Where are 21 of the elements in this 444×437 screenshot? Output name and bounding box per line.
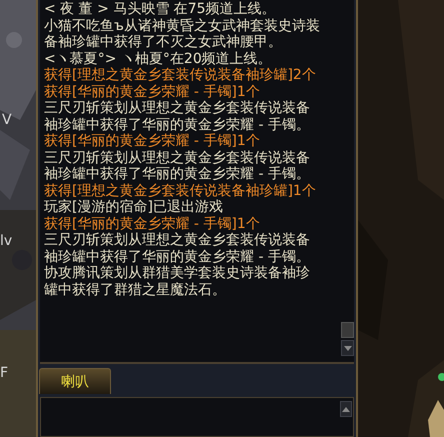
chat-message: 获得[华丽的黄金乡荣耀 - 手镯]1个: [44, 216, 261, 232]
chat-message: 获得[华丽的黄金乡荣耀 - 手镯]1个: [44, 133, 261, 150]
chat-message: 协攻腾讯策划从群猎美学套装史诗装备袖珍罐中获得了群猎之星魔法石。: [44, 265, 311, 298]
chat-message: 三尺刃斩策划从理想之黄金乡套装传说装备袖珍罐中获得了华丽的黄金乡荣耀 - 手镯。: [44, 150, 311, 182]
chat-message: 获得[理想之黄金乡套装传说装备袖珍罐]2个: [44, 67, 317, 84]
chat-message: 获得[华丽的黄金乡荣耀 - 手镯]1个: [44, 84, 261, 100]
chat-message: 三尺刃斩策划从理想之黄金乡套装传说装备袖珍罐中获得了华丽的黄金乡荣耀 - 手镯。: [44, 232, 311, 265]
background-text: V: [2, 112, 12, 128]
scroll-down-icon[interactable]: [341, 340, 354, 356]
background-text: F: [0, 365, 8, 381]
chat-message: 玩家[漫游的宿命]已退出游戏: [44, 199, 224, 216]
chat-message: <ヽ慕夏°> ヽ柚夏°在20频道上线。: [44, 50, 273, 67]
chat-message: 三尺刃斩策划从理想之黄金乡套装传说装备袖珍罐中获得了华丽的黄金乡荣耀 - 手镯。: [44, 100, 311, 133]
background-text: lv: [0, 233, 12, 249]
chat-message: 小猫不吃鱼ъ从诸神黄昏之女武神套装史诗装备袖珍罐中获得了不灭之女武神腰甲。: [44, 18, 321, 50]
chat-message: 获得[理想之黄金乡套装传说装备袖珍罐]1个: [44, 182, 317, 199]
input-field[interactable]: [40, 397, 354, 437]
scroll-thumb[interactable]: [341, 322, 354, 338]
chat-message: < 夜 董 > 马头映雪 在75频道上线。: [44, 1, 277, 18]
chat-tab[interactable]: 喇叭: [39, 368, 111, 394]
scroll-up-icon[interactable]: [340, 401, 352, 417]
